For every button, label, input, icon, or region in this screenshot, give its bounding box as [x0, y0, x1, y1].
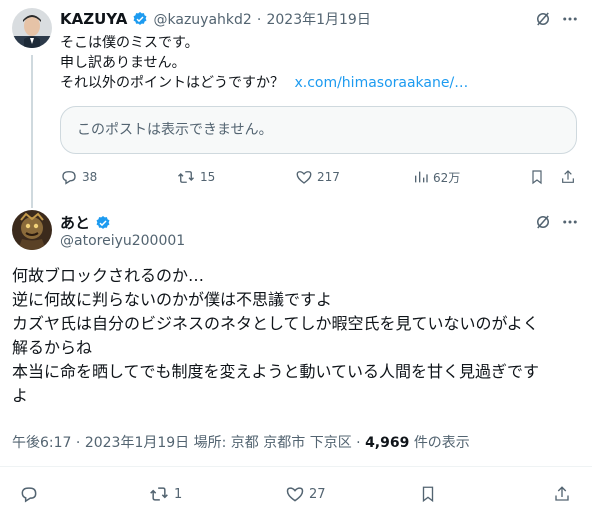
post-time[interactable]: 午後6:17: [12, 435, 71, 451]
user-handle[interactable]: @kazuyahkd2: [154, 12, 252, 28]
bookmark-icon: [532, 170, 542, 185]
external-link[interactable]: x.com/himasoraakane/…: [294, 75, 468, 91]
views-number: 4,969: [365, 435, 410, 451]
main-text-line-5: 本当に命を晒してでも制度を変えようと動いている人間を甘く見過ぎです: [12, 362, 540, 381]
post-date[interactable]: 2023年1月19日: [266, 12, 370, 28]
meta-separator: ·: [256, 12, 262, 28]
post-date[interactable]: 2023年1月19日: [85, 435, 189, 451]
share-button[interactable]: [560, 168, 576, 190]
repost-count: 1: [174, 486, 183, 502]
action-bar-divider: [0, 466, 592, 467]
more-options-icon[interactable]: [561, 213, 579, 235]
main-header: あと: [60, 212, 111, 235]
bookmark-icon: [422, 486, 434, 503]
user-handle[interactable]: @atoreiyu200001: [60, 233, 185, 249]
display-name[interactable]: あと: [60, 214, 90, 232]
verified-badge-icon: [132, 11, 148, 31]
avatar-kazuya[interactable]: [12, 8, 52, 48]
main-text-line-6: よ: [12, 386, 29, 405]
like-button[interactable]: 217: [295, 168, 340, 186]
reply-text: それ以外のポイントはどうですか？: [60, 75, 284, 91]
like-count: 27: [309, 486, 326, 502]
reply-count: 38: [82, 170, 98, 184]
verified-badge-icon: [95, 215, 111, 235]
quoted-post-unavailable: このポストは表示できません。: [60, 106, 577, 154]
share-button[interactable]: [553, 484, 571, 508]
avatar-image: [12, 210, 52, 250]
share-icon: [555, 486, 569, 501]
main-text-line-4: 解るからね: [12, 338, 93, 357]
reply-text-line-3: それ以外のポイントはどうですか？ x.com/himasoraakane/…: [60, 73, 468, 93]
more-options-icon[interactable]: [561, 10, 579, 32]
reply-text-line-1: そこは僕のミスです。: [60, 35, 199, 51]
avatar-ato[interactable]: [12, 210, 52, 250]
main-text-line-1: 何故ブロックされるのか…: [12, 266, 205, 285]
share-icon: [562, 170, 574, 183]
post-meta: 午後6:17 · 2023年1月19日 場所: 京都 京都市 下京区 · 4,9…: [12, 432, 470, 452]
bookmark-button[interactable]: [529, 168, 545, 190]
reply-button[interactable]: 38: [60, 168, 97, 186]
reply-button[interactable]: [19, 484, 39, 504]
like-count: 217: [317, 170, 340, 184]
views-button[interactable]: 62万: [413, 168, 460, 186]
reply-header: KAZUYA @kazuyahkd2 · 2023年1月19日: [60, 9, 371, 31]
grok-analyze-icon[interactable]: [534, 10, 552, 32]
heart-icon: [286, 487, 304, 502]
views-count: 62万: [433, 170, 461, 185]
reply-icon: [21, 487, 37, 503]
repost-icon: [178, 171, 194, 183]
like-button[interactable]: 27: [285, 484, 326, 504]
reply-text-line-2: 申し訳ありません。: [60, 55, 186, 71]
reply-icon: [62, 171, 76, 185]
post-location: 場所: 京都 京都市 下京区: [193, 435, 352, 451]
thread-connector-line: [31, 55, 33, 208]
views-label: 件の表示: [413, 435, 470, 451]
avatar-image: [12, 8, 52, 48]
heart-icon: [296, 171, 312, 184]
repost-button[interactable]: 15: [176, 168, 215, 186]
views-chart-icon: [415, 171, 428, 183]
main-text-line-2: 逆に何故に判らないのかが僕は不思議ですよ: [12, 290, 333, 309]
meta-separator: ·: [75, 435, 81, 451]
repost-icon: [150, 487, 168, 501]
display-name[interactable]: KAZUYA: [60, 10, 127, 28]
bookmark-button[interactable]: [419, 484, 437, 508]
meta-separator: ·: [356, 435, 361, 451]
main-text-line-3: カズヤ氏は自分のビジネスのネタとしてしか暇空氏を見ていないのがよく: [12, 314, 539, 333]
grok-analyze-icon[interactable]: [534, 213, 552, 235]
repost-button[interactable]: 1: [148, 484, 182, 504]
repost-count: 15: [200, 170, 216, 184]
